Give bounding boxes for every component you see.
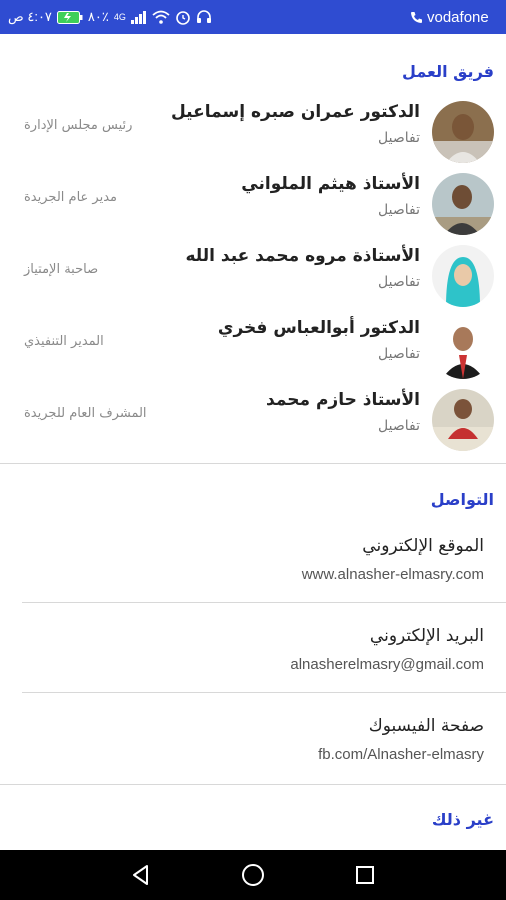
item-divider (22, 602, 506, 603)
member-avatar (432, 317, 494, 379)
contact-value: alnasherelmasry@gmail.com (290, 656, 484, 673)
contact-label: البريد الإلكتروني (369, 626, 484, 646)
navigation-bar (0, 850, 506, 900)
member-name: الأستاذة مروه محمد عبد الله (185, 246, 421, 266)
member-avatar (432, 245, 494, 307)
member-details-link[interactable]: تفاصيل (378, 346, 420, 362)
headset-icon (196, 9, 212, 25)
recents-icon[interactable] (350, 860, 380, 890)
phone-icon (410, 11, 423, 24)
contact-section-title: التواصل (430, 490, 494, 509)
status-time: ٤:٠٧ ص (8, 9, 52, 24)
contact-facebook-row[interactable]: صفحة الفيسبوك fb.com/Alnasher-elmasry (0, 716, 506, 806)
member-name: الأستاذ هيثم الملواني (241, 174, 420, 194)
member-role: المدير التنفيذي (24, 334, 104, 349)
contact-website-row[interactable]: الموقع الإلكتروني www.alnasher-elmasry.c… (0, 536, 506, 626)
member-name: الدكتور أبوالعباس فخري (217, 318, 420, 338)
wifi-icon (152, 10, 170, 24)
status-bar-carrier: vodafone (410, 0, 489, 34)
contact-label: صفحة الفيسبوك (368, 716, 484, 736)
contact-value: www.alnasher-elmasry.com (301, 566, 484, 583)
status-bar: ٤:٠٧ ص ٨٠٪ 4G vodafone (0, 0, 506, 34)
battery-icon (56, 10, 83, 24)
member-details-link[interactable]: تفاصيل (378, 418, 420, 434)
back-icon[interactable] (126, 860, 156, 890)
status-bar-system-icons: ٤:٠٧ ص ٨٠٪ 4G (8, 0, 212, 34)
member-details-link[interactable]: تفاصيل (378, 202, 420, 218)
team-member-row[interactable]: الأستاذة مروه محمد عبد الله تفاصيل صاحبة… (0, 240, 506, 312)
member-avatar (432, 389, 494, 451)
team-member-row[interactable]: الأستاذ هيثم الملواني تفاصيل مدير عام ال… (0, 168, 506, 240)
section-divider (0, 463, 506, 464)
member-name: الدكتور عمران صبره إسماعيل (170, 102, 420, 122)
member-role: مدير عام الجريدة (24, 190, 117, 205)
member-details-link[interactable]: تفاصيل (378, 130, 420, 146)
member-role: رئيس مجلس الإدارة (24, 118, 133, 133)
network-type: 4G (113, 12, 126, 22)
team-member-row[interactable]: الأستاذ حازم محمد تفاصيل المشرف العام لل… (0, 384, 506, 456)
member-details-link[interactable]: تفاصيل (378, 274, 420, 290)
home-icon[interactable] (238, 860, 268, 890)
contact-email-row[interactable]: البريد الإلكتروني alnasherelmasry@gmail.… (0, 626, 506, 716)
item-divider (22, 692, 506, 693)
contact-label: الموقع الإلكتروني (362, 536, 484, 556)
carrier-name: vodafone (427, 8, 489, 26)
other-section-title: غير ذلك (431, 810, 494, 829)
team-section-title: فريق العمل (402, 62, 494, 81)
member-avatar (432, 101, 494, 163)
member-role: المشرف العام للجريدة (24, 406, 147, 421)
member-role: صاحبة الإمتياز (24, 262, 99, 277)
signal-icon (130, 10, 147, 24)
member-name: الأستاذ حازم محمد (266, 390, 420, 410)
contact-value: fb.com/Alnasher-elmasry (318, 746, 484, 763)
section-divider (0, 784, 506, 785)
alarm-icon (175, 9, 191, 25)
team-member-row[interactable]: الدكتور أبوالعباس فخري تفاصيل المدير الت… (0, 312, 506, 384)
team-member-row[interactable]: الدكتور عمران صبره إسماعيل تفاصيل رئيس م… (0, 96, 506, 168)
battery-percent: ٨٠٪ (87, 9, 109, 24)
member-avatar (432, 173, 494, 235)
